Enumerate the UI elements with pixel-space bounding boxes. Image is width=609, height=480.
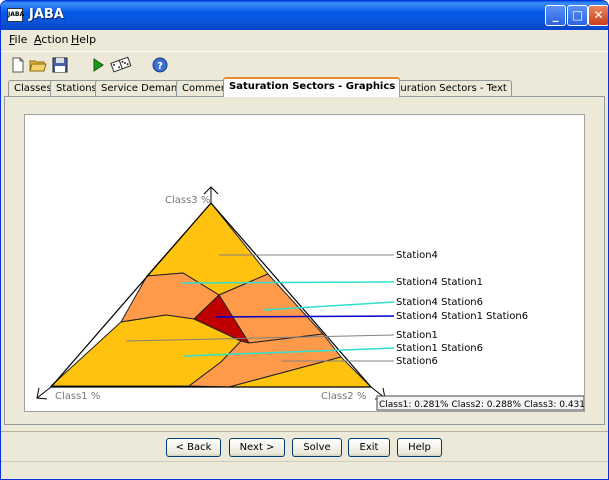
solve-button[interactable]: Solve — [292, 438, 342, 457]
maximize-icon: □ — [571, 8, 584, 22]
maximize-button[interactable]: □ — [567, 5, 588, 26]
svg-text:?: ? — [157, 61, 163, 72]
wizard-button-bar: < Back Next > Solve Exit Help — [1, 431, 608, 461]
help-button[interactable]: Help — [397, 438, 442, 457]
legend-station1: Station1 — [396, 330, 438, 341]
save-disk-icon[interactable] — [51, 56, 69, 74]
app-logo-icon: JABA — [7, 8, 24, 22]
menu-help[interactable]: Help — [71, 33, 96, 46]
leader-line-station4-station1-station6 — [215, 315, 395, 318]
tab-saturation-sectors-text-label: Saturation Sectors - Text — [384, 83, 507, 94]
title-bar[interactable]: JABA JABA _ □ ✕ — [1, 1, 608, 30]
legend-station4-station1-station6: Station4 Station1 Station6 — [396, 311, 528, 322]
window-title: JABA — [29, 7, 64, 22]
tab-strip: Classes Stations Service Demands Comment… — [1, 77, 608, 97]
next-button[interactable]: Next > — [229, 438, 285, 457]
legend-station4: Station4 — [396, 250, 438, 261]
close-icon: ✕ — [593, 8, 604, 22]
legend-station6: Station6 — [396, 356, 438, 367]
menu-bar: File Action Help — [1, 30, 608, 50]
new-file-icon[interactable] — [9, 56, 27, 74]
axis-label-class1: Class1 % — [55, 391, 100, 402]
legend-station4-station1: Station4 Station1 — [396, 277, 483, 288]
help-icon[interactable]: ? — [151, 56, 169, 74]
axis-label-class2: Class2 % — [321, 391, 366, 402]
toolbar: ? — [1, 51, 608, 77]
run-solve-icon[interactable] — [89, 56, 107, 74]
legend-station4-station6: Station4 Station6 — [396, 297, 483, 308]
axis-label-class3: Class3 % — [165, 195, 210, 206]
status-bar — [1, 461, 608, 479]
close-button[interactable]: ✕ — [588, 5, 608, 26]
application-window: JABA JABA _ □ ✕ File Action Help ? Class… — [0, 0, 609, 480]
menu-help-label: elp — [79, 33, 97, 46]
tab-classes-label: Classes — [14, 83, 52, 94]
menu-action[interactable]: Action — [34, 33, 68, 46]
minimize-icon: _ — [552, 8, 559, 22]
exit-button[interactable]: Exit — [348, 438, 390, 457]
tab-saturation-sectors-graphics-label: Saturation Sectors - Graphics — [229, 81, 396, 92]
leader-line-station4-station1 — [180, 281, 395, 284]
tab-stations-label: Stations — [56, 83, 97, 94]
randomize-dice-icon[interactable] — [109, 56, 133, 74]
legend-station1-station6: Station1 Station6 — [396, 343, 483, 354]
saturation-plot[interactable]: Class3 % Class1 % Class2 % Station4 Stat… — [25, 115, 594, 411]
saturation-graphics-canvas[interactable]: Class3 % Class1 % Class2 % Station4 Stat… — [24, 114, 594, 412]
menu-file-label: ile — [14, 33, 28, 46]
menu-action-label: ction — [41, 33, 69, 46]
menu-file[interactable]: File — [9, 33, 27, 46]
open-folder-icon[interactable] — [29, 56, 47, 74]
coordinate-tooltip: Class1: 0.281% Class2: 0.288% Class3: 0.… — [379, 400, 584, 410]
tab-saturation-sectors-graphics[interactable]: Saturation Sectors - Graphics — [223, 77, 401, 97]
tab-stations[interactable]: Stations — [50, 80, 102, 97]
back-button[interactable]: < Back — [166, 438, 221, 457]
minimize-button[interactable]: _ — [545, 5, 566, 26]
